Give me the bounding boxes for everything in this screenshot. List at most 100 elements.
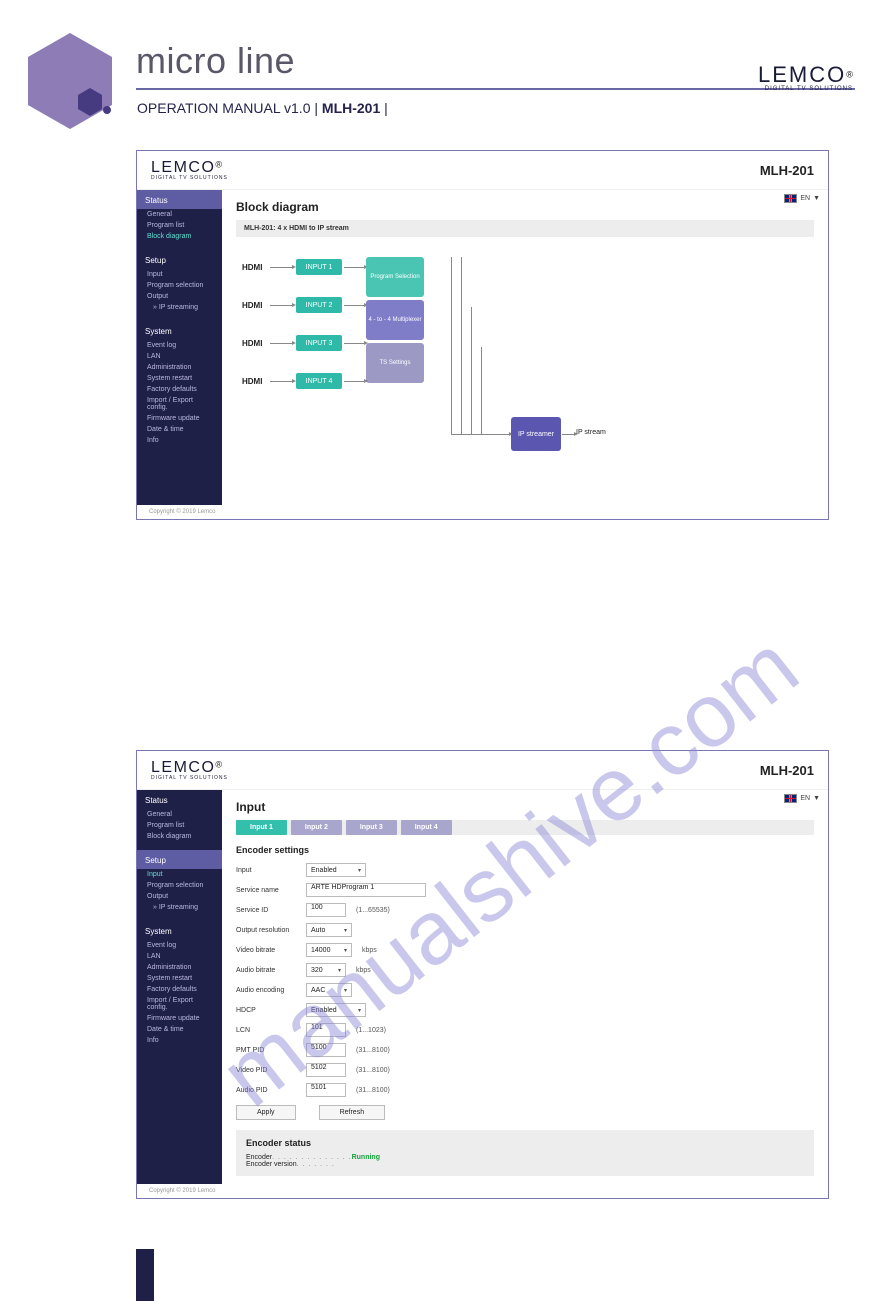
row-hdcp: HDCP Enabled [236,1003,814,1017]
arrow-icon [451,434,509,435]
encoder-status-box: Encoder status Encoder. . . . . . . . . … [236,1130,814,1176]
arrow-icon [270,305,292,306]
diagram-input-3[interactable]: INPUT 3 [296,335,342,351]
sidebar-section-status[interactable]: Status [137,190,222,209]
language-selector[interactable]: EN ▼ [784,194,820,203]
sidebar-item-info[interactable]: Info [137,1035,222,1046]
input-audio-pid[interactable]: 5101 [306,1083,346,1097]
sidebar-item-ip-streaming[interactable]: » IP streaming [137,302,222,313]
product-line-title: micro line [136,40,295,82]
hex-logo-icon [20,28,120,141]
encoder-version-line: Encoder version. . . . . . . [246,1161,804,1168]
diagram-multiplexer[interactable]: 4 - to - 4 Multiplexer [366,300,424,340]
arrow-icon [270,381,292,382]
apply-button[interactable]: Apply [236,1105,296,1120]
screenshot-input: LEMCO® DIGITAL TV SOLUTIONS MLH-201 Stat… [136,750,829,1199]
diagram-ip-streamer[interactable]: IP streamer [511,417,561,451]
screenshot-block-diagram: LEMCO® DIGITAL TV SOLUTIONS MLH-201 Stat… [136,150,829,520]
input-pmt-pid[interactable]: 5100 [306,1043,346,1057]
line-icon [451,257,452,434]
diagram-input-2[interactable]: INPUT 2 [296,297,342,313]
select-audio-encoding[interactable]: AAC [306,983,352,997]
input-audio-bitrate[interactable]: 320 [306,963,346,977]
sidebar-item-lan[interactable]: LAN [137,951,222,962]
sidebar-section-setup[interactable]: Setup [137,250,222,269]
row-video-pid: Video PID 5102 (31...8100) [236,1063,814,1077]
diagram-ts-settings[interactable]: TS Settings [366,343,424,383]
select-hdcp[interactable]: Enabled [306,1003,366,1017]
model-label: MLH-201 [760,763,814,778]
sidebar-item-system-restart[interactable]: System restart [137,973,222,984]
sidebar-item-lan[interactable]: LAN [137,351,222,362]
sidebar-item-import-export[interactable]: Import / Export config. [137,395,222,413]
sidebar-item-program-selection[interactable]: Program selection [137,880,222,891]
sidebar-item-date-time[interactable]: Date & time [137,1024,222,1035]
content-area: EN ▼ Block diagram MLH-201: 4 x HDMI to … [222,190,828,505]
arrow-icon [344,381,364,382]
sidebar-item-block-diagram[interactable]: Block diagram [137,831,222,842]
select-input-enabled[interactable]: Enabled [306,863,366,877]
sidebar-item-general[interactable]: General [137,809,222,820]
sidebar-item-program-list[interactable]: Program list [137,220,222,231]
flag-uk-icon [784,794,797,803]
sidebar-item-program-list[interactable]: Program list [137,820,222,831]
encoder-settings-title: Encoder settings [236,845,814,855]
sidebar-section-system[interactable]: System [137,321,222,340]
manual-subtitle: OPERATION MANUAL v1.0 | MLH-201 | [137,100,388,116]
input-video-pid[interactable]: 5102 [306,1063,346,1077]
line-icon [481,347,482,434]
sidebar-item-general[interactable]: General [137,209,222,220]
sidebar-item-ip-streaming[interactable]: » IP streaming [137,902,222,913]
sidebar-item-factory-defaults[interactable]: Factory defaults [137,984,222,995]
row-output-resolution: Output resolution Auto [236,923,814,937]
sidebar-item-firmware-update[interactable]: Firmware update [137,1013,222,1024]
diagram-program-selection[interactable]: Program Selection [366,257,424,297]
sidebar-section-status[interactable]: Status [137,790,222,809]
language-selector[interactable]: EN ▼ [784,794,820,803]
tab-input-3[interactable]: Input 3 [346,820,397,835]
sidebar-item-import-export[interactable]: Import / Export config. [137,995,222,1013]
sidebar-item-output[interactable]: Output [137,891,222,902]
page-title: Block diagram [236,200,814,214]
input-service-name[interactable]: ARTE HDProgram 1 [306,883,426,897]
sidebar-item-input[interactable]: Input [137,869,222,880]
row-service-id: Service ID 100 (1...65535) [236,903,814,917]
input-lcn[interactable]: 101 [306,1023,346,1037]
sidebar-item-date-time[interactable]: Date & time [137,424,222,435]
tab-input-4[interactable]: Input 4 [401,820,452,835]
sidebar-item-event-log[interactable]: Event log [137,940,222,951]
diagram-input-4[interactable]: INPUT 4 [296,373,342,389]
sidebar-item-program-selection[interactable]: Program selection [137,280,222,291]
input-video-bitrate[interactable]: 14000 [306,943,352,957]
row-lcn: LCN 101 (1...1023) [236,1023,814,1037]
diagram-input-1[interactable]: INPUT 1 [296,259,342,275]
hdmi-label-1: HDMI [242,263,262,272]
header-divider [136,88,855,90]
refresh-button[interactable]: Refresh [319,1105,386,1120]
app-logo: LEMCO® DIGITAL TV SOLUTIONS [151,159,228,181]
sidebar-item-info[interactable]: Info [137,435,222,446]
page-footer-block [136,1249,154,1301]
input-service-id[interactable]: 100 [306,903,346,917]
line-icon [471,307,472,434]
sidebar: Status General Program list Block diagra… [137,790,222,1184]
sidebar-item-input[interactable]: Input [137,269,222,280]
sidebar-item-firmware-update[interactable]: Firmware update [137,413,222,424]
line-icon [461,257,462,434]
sidebar-section-setup[interactable]: Setup [137,850,222,869]
arrow-icon [344,267,364,268]
row-video-bitrate: Video bitrate 14000 kbps [236,943,814,957]
select-output-resolution[interactable]: Auto [306,923,352,937]
arrow-icon [344,305,364,306]
tab-input-2[interactable]: Input 2 [291,820,342,835]
tab-input-1[interactable]: Input 1 [236,820,287,835]
sidebar-item-system-restart[interactable]: System restart [137,373,222,384]
sidebar-item-event-log[interactable]: Event log [137,340,222,351]
sidebar-section-system[interactable]: System [137,921,222,940]
diagram-stack: Program Selection 4 - to - 4 Multiplexer… [366,257,424,383]
sidebar-item-administration[interactable]: Administration [137,362,222,373]
sidebar-item-factory-defaults[interactable]: Factory defaults [137,384,222,395]
sidebar-item-administration[interactable]: Administration [137,962,222,973]
sidebar-item-block-diagram[interactable]: Block diagram [137,231,222,242]
sidebar-item-output[interactable]: Output [137,291,222,302]
